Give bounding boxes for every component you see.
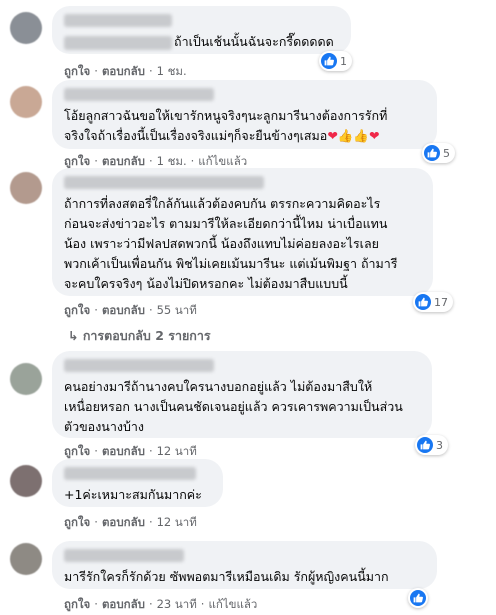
- author-name[interactable]: [64, 14, 172, 27]
- thumbs-up-emoji: 👍: [353, 128, 369, 143]
- like-button[interactable]: ถูกใจ: [64, 515, 90, 529]
- comment-text: จะคบใครจริงๆ น้องไม่ปิดหรอกคะ ไม่ต้องมาส…: [64, 276, 348, 291]
- comment-bubble: +1ค่ะเหมาะสมกันมากค่ะ: [52, 459, 223, 507]
- reaction-number: 5: [443, 146, 450, 160]
- comment-text: พวกเค้าเป็นเพื่อนกัน พิชไม่เคยเม้นมารีนะ…: [64, 256, 398, 271]
- comment-bubble: ถ้าการที่ลงสตอรี่ใกล้กันแล้วต้องคบกัน ตร…: [52, 168, 433, 296]
- thumbs-up-emoji: 👍: [337, 128, 354, 143]
- timestamp[interactable]: 1 ชม.: [157, 154, 187, 168]
- avatar[interactable]: [10, 465, 42, 497]
- heart-emoji: ❤: [368, 128, 380, 143]
- reaction-number: 1: [340, 54, 347, 68]
- reply-button[interactable]: ตอบกลับ: [102, 597, 145, 611]
- comment-text: ก่อนจะส่งข่าวอะไร ตามมารีให้ละเอียดกว่าน…: [64, 216, 388, 231]
- comment-actions: ถูกใจ · ตอบกลับ · 1 ชม.: [64, 64, 187, 78]
- edited-label[interactable]: แก้ไขแล้ว: [208, 597, 257, 611]
- reaction-number: 3: [436, 438, 443, 452]
- like-icon: [321, 53, 337, 69]
- edited-label[interactable]: แก้ไขแล้ว: [198, 154, 247, 168]
- reply-button[interactable]: ตอบกลับ: [102, 303, 145, 317]
- heart-emoji: ❤: [327, 128, 338, 143]
- like-button[interactable]: ถูกใจ: [64, 64, 90, 78]
- reply-button[interactable]: ตอบกลับ: [102, 444, 145, 458]
- comment-text: โอ้ยลูกสาวฉันขอให้เขารักหนูจริงๆนะลูกมาร…: [64, 108, 388, 123]
- reply-button[interactable]: ตอบกลับ: [102, 154, 145, 168]
- avatar[interactable]: [10, 363, 42, 395]
- comment-bubble: ถ้าเป็นเช้นนั้นฉันจะกรี๊ดดดดด: [52, 6, 351, 54]
- reaction-count[interactable]: 1: [319, 51, 352, 71]
- comment-text: จริงใจถ้าเรื่องนี้เป็นเรื่องจริงแม่ๆก็จะ…: [64, 128, 328, 143]
- comment-bubble: โอ้ยลูกสาวฉันขอให้เขารักหนูจริงๆนะลูกมาร…: [52, 80, 437, 149]
- like-button[interactable]: ถูกใจ: [64, 597, 90, 611]
- timestamp[interactable]: 1 ชม.: [157, 64, 187, 78]
- reply-button[interactable]: ตอบกลับ: [102, 515, 145, 529]
- comment-text: เหนื่อยหรอก นางเป็นคนชัดเจนอยู่แล้ว ควรเ…: [64, 399, 403, 414]
- comment-actions: ถูกใจ · ตอบกลับ · 12 นาที: [64, 515, 197, 529]
- like-icon: [410, 590, 426, 606]
- author-name[interactable]: [64, 359, 214, 372]
- reaction-count[interactable]: 3: [415, 435, 448, 455]
- timestamp[interactable]: 23 นาที: [157, 597, 197, 611]
- avatar[interactable]: [10, 86, 42, 118]
- timestamp[interactable]: 55 นาที: [157, 303, 197, 317]
- comment-text: น้อง เพราะว่ามีฟลปสดพวกนี้ น้องถึงแทบไม่…: [64, 236, 379, 251]
- like-button[interactable]: ถูกใจ: [64, 444, 90, 458]
- like-icon: [415, 294, 431, 310]
- comment-text: ถ้าเป็นเช้นนั้นฉันจะกรี๊ดดดดด: [174, 34, 334, 49]
- reaction-icon[interactable]: [408, 588, 428, 608]
- comment-text: ถ้าการที่ลงสตอรี่ใกล้กันแล้วต้องคบกัน ตร…: [64, 196, 381, 211]
- like-icon: [417, 437, 433, 453]
- comment-actions: ถูกใจ · ตอบกลับ · 23 นาที · แก้ไขแล้ว: [64, 597, 258, 611]
- reaction-count[interactable]: 5: [422, 143, 455, 163]
- timestamp[interactable]: 12 นาที: [157, 515, 197, 529]
- comment-text: ตัวของนางบ้าง: [64, 419, 145, 434]
- comment-actions: ถูกใจ · ตอบกลับ · 55 นาที: [64, 303, 197, 317]
- author-name[interactable]: [64, 88, 214, 101]
- author-name[interactable]: [64, 549, 184, 562]
- avatar[interactable]: [10, 543, 42, 575]
- comment-bubble: มารีรักใครก็รักด้วย ซัพพอตมารีเหมือนเดิม…: [52, 541, 437, 589]
- comment-text: +1ค่ะเหมาะสมกันมากค่ะ: [64, 487, 202, 502]
- timestamp[interactable]: 12 นาที: [157, 444, 197, 458]
- comment-text: มารีรักใครก็รักด้วย ซัพพอตมารีเหมือนเดิม…: [64, 569, 389, 584]
- like-button[interactable]: ถูกใจ: [64, 154, 90, 168]
- comment-thread: ถ้าเป็นเช้นนั้นฉันจะกรี๊ดดดดด 1 ถูกใจ · ตอ…: [0, 0, 496, 615]
- avatar[interactable]: [10, 172, 42, 204]
- reply-button[interactable]: ตอบกลับ: [102, 64, 145, 78]
- reaction-number: 17: [434, 295, 448, 309]
- view-replies-link[interactable]: ↳ การตอบกลับ 2 รายการ: [68, 326, 211, 346]
- comment-text: คนอย่างมารีถ้านางคบใครนางบอกอยู่แล้ว ไม่…: [64, 379, 373, 394]
- like-button[interactable]: ถูกใจ: [64, 303, 90, 317]
- reply-arrow-icon: ↳: [68, 328, 83, 343]
- blurred-mention: [64, 35, 172, 50]
- comment-bubble: คนอย่างมารีถ้านางคบใครนางบอกอยู่แล้ว ไม่…: [52, 351, 432, 438]
- like-icon: [424, 145, 440, 161]
- avatar[interactable]: [10, 12, 42, 44]
- author-name[interactable]: [64, 176, 264, 189]
- reaction-count[interactable]: 17: [413, 292, 453, 312]
- author-name[interactable]: [64, 467, 196, 480]
